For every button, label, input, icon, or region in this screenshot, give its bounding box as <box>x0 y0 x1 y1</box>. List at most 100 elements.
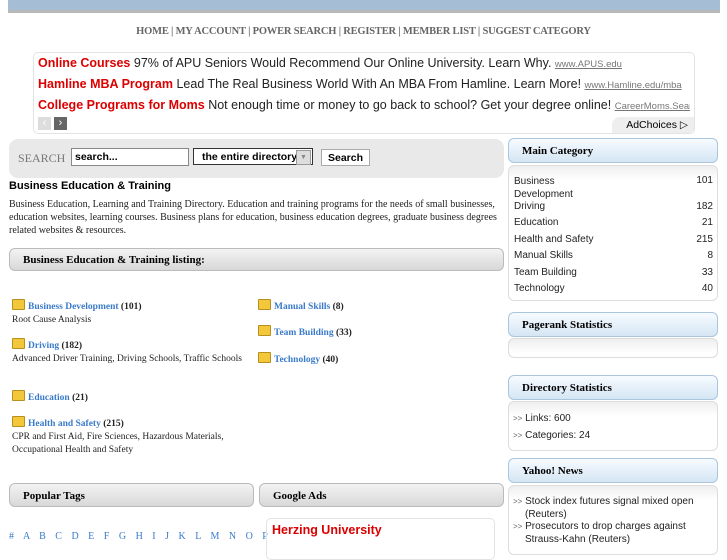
listing-item: Business Development (101) Root Cause Ana… <box>12 299 247 327</box>
pagerank-body <box>508 338 718 358</box>
stat-categories: >> Categories: 24 <box>513 430 713 443</box>
search-scope-select[interactable]: the entire directory ▼ <box>193 148 313 165</box>
folder-icon <box>258 299 271 310</box>
listing-subcategories: Advanced Driver Training, Driving School… <box>12 354 242 364</box>
category-name[interactable]: Manual Skills <box>514 250 573 261</box>
ad-item[interactable]: Online Courses 97% of APU Seniors Would … <box>38 56 690 70</box>
listing-count: (215) <box>103 419 124 429</box>
listing-count: (21) <box>72 393 88 403</box>
adchoices-icon: ▷ <box>679 119 688 131</box>
ad-title[interactable]: Online Courses <box>38 56 130 70</box>
news-link[interactable]: Stock index futures signal mixed open (R… <box>525 496 694 520</box>
nav-register[interactable]: REGISTER <box>343 26 396 37</box>
google-ad-title[interactable]: Herzing University <box>272 523 382 537</box>
ad-url[interactable]: www.APUS.edu <box>555 59 622 70</box>
news-item[interactable]: >> Stock index futures signal mixed open… <box>513 496 705 521</box>
listing-count: (8) <box>332 302 344 312</box>
listing-header: Business Education & Training listing: <box>9 248 504 271</box>
page-description: Business Education, Learning and Trainin… <box>9 199 497 236</box>
category-name[interactable]: Education <box>514 217 558 228</box>
nav-power-search[interactable]: POWER SEARCH <box>253 26 337 37</box>
google-ads-header: Google Ads <box>259 483 504 507</box>
listing-count: (40) <box>322 355 339 365</box>
double-chevron-icon: >> <box>513 414 523 423</box>
search-button[interactable]: Search <box>321 149 371 166</box>
category-row[interactable]: Technology 40 <box>514 283 713 294</box>
ad-url[interactable]: CareerMoms.Search-Sch <box>615 101 690 112</box>
nav-member-list[interactable]: MEMBER LIST <box>403 26 476 37</box>
directory-stats-body: >> Links: 600 >> Categories: 24 <box>508 401 718 451</box>
search-panel: SEARCH the entire directory▼ Search <box>9 139 504 178</box>
directory-stats-header: Directory Statistics <box>508 375 718 400</box>
main-category-header: Main Category <box>508 138 718 163</box>
category-row[interactable]: Education 21 <box>514 217 713 228</box>
search-scope-value: the entire directory <box>202 151 298 163</box>
page-title: Business Education & Training <box>9 180 171 192</box>
category-count: 21 <box>701 217 713 228</box>
yahoo-news-header: Yahoo! News <box>508 458 718 483</box>
adchoices-button[interactable]: AdChoices ▷ <box>612 117 694 133</box>
google-ad-box: Herzing University <box>266 518 495 560</box>
double-chevron-icon: >> <box>513 522 523 531</box>
category-count: 40 <box>701 283 713 294</box>
header-banner <box>8 0 720 10</box>
header-divider <box>8 10 720 13</box>
listing-count: (182) <box>61 341 83 351</box>
news-item[interactable]: >> Prosecutors to drop charges against S… <box>513 521 705 546</box>
news-link[interactable]: Prosecutors to drop charges against Stra… <box>525 521 686 545</box>
listing-item: Team Building (33) <box>258 325 493 340</box>
listing-link[interactable]: Health and Safety <box>28 419 101 429</box>
category-name[interactable]: Driving <box>514 201 545 212</box>
category-row[interactable]: Health and Safety 215 <box>514 234 713 245</box>
tag-letters[interactable]: # A B C D E F G H I J K L M N O P <box>9 531 268 542</box>
category-count: 182 <box>696 201 713 212</box>
folder-icon <box>12 299 25 310</box>
category-row[interactable]: Business Development 101 <box>514 175 713 201</box>
folder-icon <box>258 352 271 363</box>
prev-arrow-icon[interactable]: ‹ <box>38 117 51 130</box>
category-name[interactable]: Technology <box>514 283 565 294</box>
popular-tags-header: Popular Tags <box>9 483 254 507</box>
category-count: 33 <box>701 267 713 278</box>
adchoices-label: AdChoices <box>626 119 677 131</box>
category-row[interactable]: Manual Skills 8 <box>514 250 713 261</box>
nav-my-account[interactable]: MY ACCOUNT <box>176 26 246 37</box>
stat-links: >> Links: 600 <box>513 413 713 426</box>
ad-url[interactable]: www.Hamline.edu/mba <box>585 80 682 91</box>
listing-item: Education (21) <box>12 390 247 405</box>
ad-item[interactable]: Hamline MBA Program Lead The Real Busine… <box>38 77 690 91</box>
next-arrow-icon[interactable]: › <box>54 117 67 130</box>
listing-link[interactable]: Manual Skills <box>274 302 330 312</box>
search-label: SEARCH <box>18 151 66 165</box>
category-count: 101 <box>696 175 713 186</box>
category-row[interactable]: Team Building 33 <box>514 267 713 278</box>
category-count: 215 <box>696 234 713 245</box>
stat-text: Categories: 24 <box>525 430 591 441</box>
ad-text: 97% of APU Seniors Would Recommend Our O… <box>133 56 552 70</box>
listing-link[interactable]: Education <box>28 393 70 403</box>
listing-count: (101) <box>120 302 142 312</box>
nav-suggest-category[interactable]: SUGGEST CATEGORY <box>482 26 591 37</box>
search-input[interactable] <box>71 148 189 166</box>
folder-icon <box>12 416 25 427</box>
folder-icon <box>12 390 25 401</box>
listing-item: Technology (40) <box>258 352 493 367</box>
listing-link[interactable]: Business Development <box>28 302 119 312</box>
category-name[interactable]: Team Building <box>514 267 577 278</box>
nav-home[interactable]: HOME <box>136 26 169 37</box>
category-name[interactable]: Business Development <box>514 175 584 201</box>
ad-banner: Online Courses 97% of APU Seniors Would … <box>33 52 695 134</box>
listing-item: Driving (182) Advanced Driver Training, D… <box>12 338 247 366</box>
double-chevron-icon: >> <box>513 431 523 440</box>
stat-text: Links: 600 <box>525 413 571 424</box>
ad-item[interactable]: College Programs for Moms Not enough tim… <box>38 98 690 112</box>
ad-title[interactable]: Hamline MBA Program <box>38 77 173 91</box>
ad-title[interactable]: College Programs for Moms <box>38 98 205 112</box>
listing-subcategories: CPR and First Aid, Fire Sciences, Hazard… <box>12 432 224 455</box>
listing-link[interactable]: Team Building <box>274 328 334 338</box>
category-name[interactable]: Health and Safety <box>514 234 594 245</box>
listing-link[interactable]: Driving <box>28 341 59 351</box>
chevron-down-icon: ▼ <box>296 150 311 165</box>
category-row[interactable]: Driving 182 <box>514 201 713 212</box>
listing-link[interactable]: Technology <box>274 355 320 365</box>
